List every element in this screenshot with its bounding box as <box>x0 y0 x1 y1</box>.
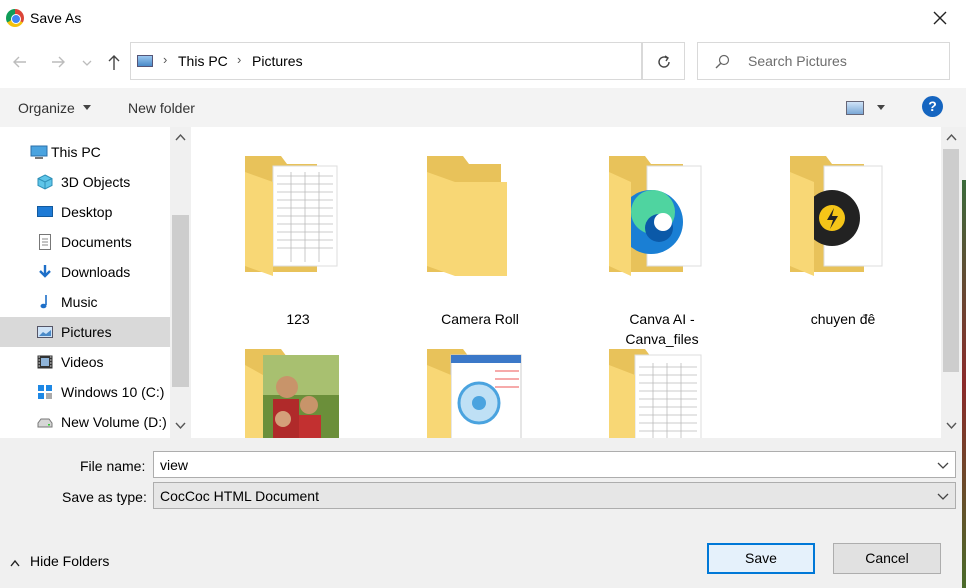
command-bar: Organize New folder ? <box>0 88 966 127</box>
sidebar-item-label: Documents <box>61 234 132 250</box>
search-placeholder: Search Pictures <box>748 53 847 69</box>
save-button[interactable]: Save <box>707 543 815 574</box>
search-input[interactable]: Search Pictures <box>697 42 950 80</box>
sidebar-item-label: New Volume (D:) <box>61 414 167 430</box>
navigation-pane: This PC 3D Objects Desktop Documents Dow… <box>0 127 191 438</box>
navigation-scrollbar[interactable] <box>170 127 191 438</box>
organize-button[interactable]: Organize <box>18 100 75 116</box>
sidebar-item-label: Music <box>61 294 98 310</box>
folder-name: 123 <box>286 311 310 327</box>
close-icon[interactable] <box>928 6 952 30</box>
sidebar-item-videos[interactable]: Videos <box>0 347 170 377</box>
videos-icon <box>37 355 53 369</box>
windows-drive-icon <box>38 385 52 399</box>
recent-locations-icon[interactable] <box>80 52 94 72</box>
computer-icon <box>30 145 48 159</box>
save-type-label: Save as type: <box>62 489 147 505</box>
folder-icon <box>427 156 507 276</box>
address-row: › This PC › Pictures Search Pictures <box>0 36 966 88</box>
up-arrow-icon[interactable] <box>104 52 124 72</box>
folder-name: chuyen đê <box>810 311 876 327</box>
folder-view: 123 Camera Roll Canva AI - Canva_files c… <box>191 127 941 438</box>
dialog-footer: File name: view Save as type: CocCoc HTM… <box>0 438 966 588</box>
desktop-icon <box>37 206 53 217</box>
cancel-button[interactable]: Cancel <box>833 543 941 574</box>
caret-down-icon[interactable] <box>877 105 885 110</box>
search-icon <box>715 54 730 69</box>
chevron-down-icon[interactable] <box>937 459 949 471</box>
breadcrumb-this-pc[interactable]: This PC <box>178 53 228 69</box>
hide-folders-button[interactable]: Hide Folders <box>30 553 109 569</box>
sidebar-item-downloads[interactable]: Downloads <box>0 257 170 287</box>
sidebar-item-label: Downloads <box>61 264 131 280</box>
sidebar-item-label: Desktop <box>61 204 113 220</box>
sidebar-item-music[interactable]: Music <box>0 287 170 317</box>
scrollbar-thumb[interactable] <box>943 149 959 372</box>
chrome-icon <box>6 9 24 27</box>
refresh-button[interactable] <box>642 42 685 80</box>
back-arrow-icon[interactable] <box>10 52 30 72</box>
view-options-icon[interactable] <box>846 101 864 115</box>
new-folder-button[interactable]: New folder <box>128 100 195 116</box>
folder-with-app-icon <box>790 156 883 276</box>
title-bar: Save As <box>0 0 966 36</box>
sidebar-item-3d-objects[interactable]: 3D Objects <box>0 167 170 197</box>
file-name-value: view <box>160 457 189 473</box>
folder-with-edge-icon <box>609 156 702 276</box>
background-window-edge <box>962 180 966 588</box>
scroll-down-icon[interactable] <box>946 422 957 430</box>
downloads-icon <box>39 265 51 278</box>
save-type-select[interactable]: CocCoc HTML Document <box>153 482 956 509</box>
refresh-icon <box>658 55 670 68</box>
sidebar-item-label: 3D Objects <box>61 174 131 190</box>
music-icon <box>40 295 47 309</box>
chevron-up-icon[interactable] <box>10 559 20 567</box>
help-icon[interactable]: ? <box>922 96 943 117</box>
sidebar-item-documents[interactable]: Documents <box>0 227 170 257</box>
chevron-right-icon[interactable]: › <box>237 52 241 67</box>
sidebar-item-label: Videos <box>61 354 104 370</box>
scroll-up-icon[interactable] <box>946 133 957 141</box>
sidebar-item-label: Windows 10 (C:) <box>61 384 165 400</box>
address-bar[interactable]: › This PC › Pictures <box>130 42 756 80</box>
window-title: Save As <box>30 10 82 26</box>
chevron-down-icon[interactable] <box>937 490 949 502</box>
breadcrumb-pictures[interactable]: Pictures <box>252 53 303 69</box>
scroll-down-icon[interactable] <box>175 422 186 430</box>
pictures-icon <box>37 326 53 338</box>
folder-name: Canva AI - Canva_files <box>625 311 699 347</box>
sidebar-item-label: Pictures <box>61 324 112 340</box>
folder-with-documents-icon <box>245 156 338 276</box>
folder-with-screenshot-icon <box>427 349 522 438</box>
scroll-up-icon[interactable] <box>175 133 186 141</box>
pictures-location-icon <box>137 55 153 67</box>
content-scrollbar[interactable] <box>941 127 961 438</box>
sidebar-item-this-pc[interactable]: This PC <box>0 137 170 167</box>
file-name-label: File name: <box>80 458 146 474</box>
sidebar-item-pictures[interactable]: Pictures <box>0 317 170 347</box>
save-type-value: CocCoc HTML Document <box>160 488 319 504</box>
forward-arrow-icon[interactable] <box>48 52 68 72</box>
3d-objects-icon <box>37 174 53 190</box>
documents-icon <box>39 234 51 250</box>
file-name-input[interactable]: view <box>153 451 956 478</box>
sidebar-item-label: This PC <box>51 144 101 160</box>
caret-down-icon[interactable] <box>83 105 91 110</box>
drive-icon <box>37 418 53 428</box>
chevron-right-icon[interactable]: › <box>163 52 167 67</box>
folder-with-documents-icon <box>609 349 702 438</box>
sidebar-item-desktop[interactable]: Desktop <box>0 197 170 227</box>
folder-with-photo-icon <box>245 349 339 438</box>
sidebar-item-new-volume[interactable]: New Volume (D:) <box>0 407 170 437</box>
scrollbar-thumb[interactable] <box>172 215 189 387</box>
sidebar-item-windows-drive[interactable]: Windows 10 (C:) <box>0 377 170 407</box>
folder-name: Camera Roll <box>441 311 519 327</box>
